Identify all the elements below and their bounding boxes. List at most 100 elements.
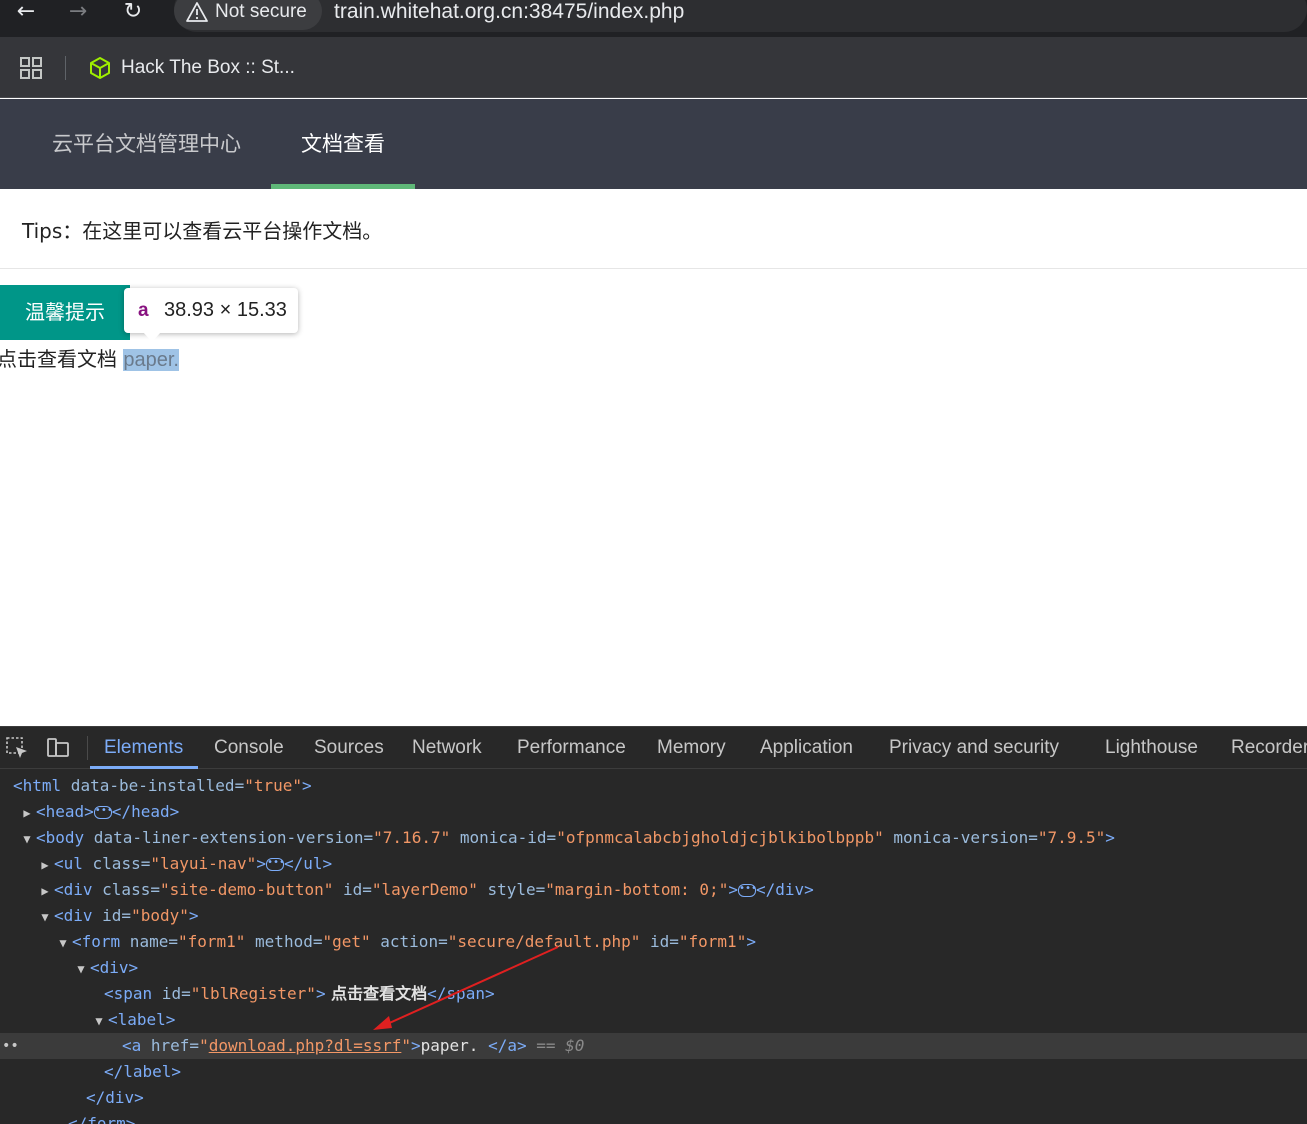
dom-node-form-close[interactable]: </form> — [68, 1111, 135, 1124]
ellipsis-icon[interactable]: ••• — [93, 806, 113, 819]
dom-node-div-inner[interactable]: ▼ <div> — [72, 955, 138, 981]
text-node: paper. — [420, 1036, 489, 1055]
dom-node-a-selected[interactable]: •• <a href="download.php?dl=ssrf">paper.… — [0, 1033, 1307, 1059]
tag: <body — [36, 828, 85, 847]
dom-node-html[interactable]: <html data-be-installed="true"> — [13, 773, 312, 799]
attr-name: id= — [640, 932, 679, 951]
href-link[interactable]: download.php?dl=ssrf — [209, 1036, 402, 1055]
devtools-separator — [87, 736, 88, 760]
attr-value: "form1" — [177, 932, 246, 951]
tab-performance[interactable]: Performance — [517, 737, 626, 759]
warning-triangle-icon — [186, 2, 208, 22]
tag: </div> — [755, 880, 814, 899]
expand-triangle-icon[interactable]: ▶ — [18, 800, 36, 826]
collapse-triangle-icon[interactable]: ▼ — [36, 904, 54, 930]
attr-name: href= — [141, 1036, 200, 1055]
ellipsis-icon[interactable]: ••• — [265, 858, 285, 871]
tag: > — [1105, 828, 1115, 847]
reload-icon[interactable]: ↻ — [119, 0, 147, 26]
tag: </label> — [104, 1062, 182, 1081]
ellipsis-icon[interactable]: ••• — [737, 884, 757, 897]
attr-name: class= — [82, 854, 151, 873]
dom-node-ul[interactable]: ▶ <ul class="layui-nav">•••</ul> — [36, 851, 332, 877]
attr-name: action= — [370, 932, 448, 951]
attr-value: "margin-bottom: 0;" — [545, 880, 729, 899]
tag: </div> — [86, 1088, 144, 1107]
tab-network[interactable]: Network — [412, 737, 482, 759]
dom-node-body[interactable]: ▼ <body data-liner-extension-version="7.1… — [18, 825, 1115, 851]
attr-name: style= — [477, 880, 546, 899]
tag: <div — [54, 906, 93, 925]
forward-arrow-icon[interactable]: → — [64, 0, 92, 26]
tips-text: Tips：在这里可以查看云平台操作文档。 — [22, 219, 383, 243]
devtools-tabbar: Elements Console Sources Network Perform… — [0, 727, 1307, 769]
attr-value: "lblRegister" — [190, 984, 316, 1003]
attr-value: "secure/default.php" — [447, 932, 641, 951]
dom-node-label[interactable]: ▼ <label> — [90, 1007, 175, 1033]
text-node: 点击查看文档 — [325, 984, 428, 1003]
tab-elements[interactable]: Elements — [104, 737, 183, 759]
attr-name: monica-id= — [450, 828, 557, 847]
dom-node-head[interactable]: ▶ <head>•••</head> — [18, 799, 179, 825]
element-inspect-tooltip: a 38.93 × 15.33 — [124, 288, 298, 333]
dom-node-label-close[interactable]: </label> — [104, 1059, 181, 1085]
tag: <span — [104, 984, 153, 1003]
attr-value: "body" — [131, 906, 189, 925]
tooltip-tag-name: a — [138, 300, 149, 321]
device-toolbar-icon[interactable] — [46, 736, 70, 760]
tag: > — [728, 880, 738, 899]
attr-value: "layui-nav" — [150, 854, 257, 873]
tag: <head> — [36, 802, 94, 821]
dom-node-div-demo[interactable]: ▶ <div class="site-demo-button" id="layer… — [36, 877, 814, 904]
tab-sources[interactable]: Sources — [314, 737, 384, 759]
doc-line: 点击查看文档 paper. — [0, 343, 179, 372]
tab-privacy-security[interactable]: Privacy and security — [889, 737, 1059, 759]
tag: </ul> — [283, 854, 333, 873]
tab-application[interactable]: Application — [760, 737, 853, 759]
collapse-triangle-icon[interactable]: ▼ — [90, 1008, 108, 1034]
tag: </head> — [111, 802, 180, 821]
more-options-icon[interactable]: •• — [2, 1033, 19, 1059]
nav-item-doc-view[interactable]: 文档查看 — [301, 99, 385, 189]
tab-lighthouse[interactable]: Lighthouse — [1105, 737, 1198, 759]
bookmark-hackthebox[interactable]: Hack The Box :: St... — [121, 57, 295, 79]
tag: <div> — [90, 958, 139, 977]
attr-value: "7.9.5" — [1037, 828, 1106, 847]
attr-name: method= — [245, 932, 323, 951]
nav-item-home[interactable]: 云平台文档管理中心 — [52, 99, 241, 189]
back-arrow-icon[interactable]: ← — [12, 0, 40, 26]
doc-prompt-text: 点击查看文档 — [0, 347, 124, 371]
attr-name: name= — [120, 932, 178, 951]
tab-console[interactable]: Console — [214, 737, 284, 759]
tooltip-dimensions: 38.93 × 15.33 — [164, 299, 287, 321]
attr-name: data-be-installed= — [61, 776, 245, 795]
tag: <html — [13, 776, 62, 795]
nav-active-indicator — [271, 184, 415, 189]
expand-triangle-icon[interactable]: ▶ — [36, 878, 54, 904]
tag: <div — [54, 880, 93, 899]
url-text[interactable]: train.whitehat.org.cn:38475/index.php — [334, 0, 684, 24]
security-label: Not secure — [215, 1, 307, 22]
attr-value: "7.16.7" — [373, 828, 451, 847]
attr-value: "layerDemo" — [371, 880, 478, 899]
tab-memory[interactable]: Memory — [657, 737, 726, 759]
collapse-triangle-icon[interactable]: ▼ — [18, 826, 36, 852]
dom-node-span[interactable]: <span id="lblRegister"> 点击查看文档</span> — [104, 981, 495, 1007]
active-tab-indicator — [90, 766, 198, 769]
collapse-triangle-icon[interactable]: ▼ — [54, 930, 72, 956]
dom-node-div-body[interactable]: ▼ <div id="body"> — [36, 903, 198, 930]
dom-node-div-close[interactable]: </div> — [86, 1085, 144, 1111]
inspect-element-icon[interactable] — [5, 736, 29, 760]
bookmarks-bar: Hack The Box :: St... — [0, 37, 1307, 98]
tag: <a — [122, 1036, 142, 1055]
paper-link[interactable]: paper. — [123, 349, 179, 371]
expand-triangle-icon[interactable]: ▶ — [36, 852, 54, 878]
dom-node-form[interactable]: ▼ <form name="form1" method="get" action=… — [54, 929, 756, 955]
hackthebox-cube-icon — [90, 57, 110, 79]
attr-name: id= — [152, 984, 191, 1003]
apps-grid-icon[interactable] — [20, 57, 42, 79]
warm-tip-button[interactable]: 温馨提示 — [0, 285, 130, 340]
tooltip-arrow — [143, 332, 161, 342]
tab-recorder[interactable]: Recorder — [1231, 737, 1307, 759]
collapse-triangle-icon[interactable]: ▼ — [72, 956, 90, 982]
